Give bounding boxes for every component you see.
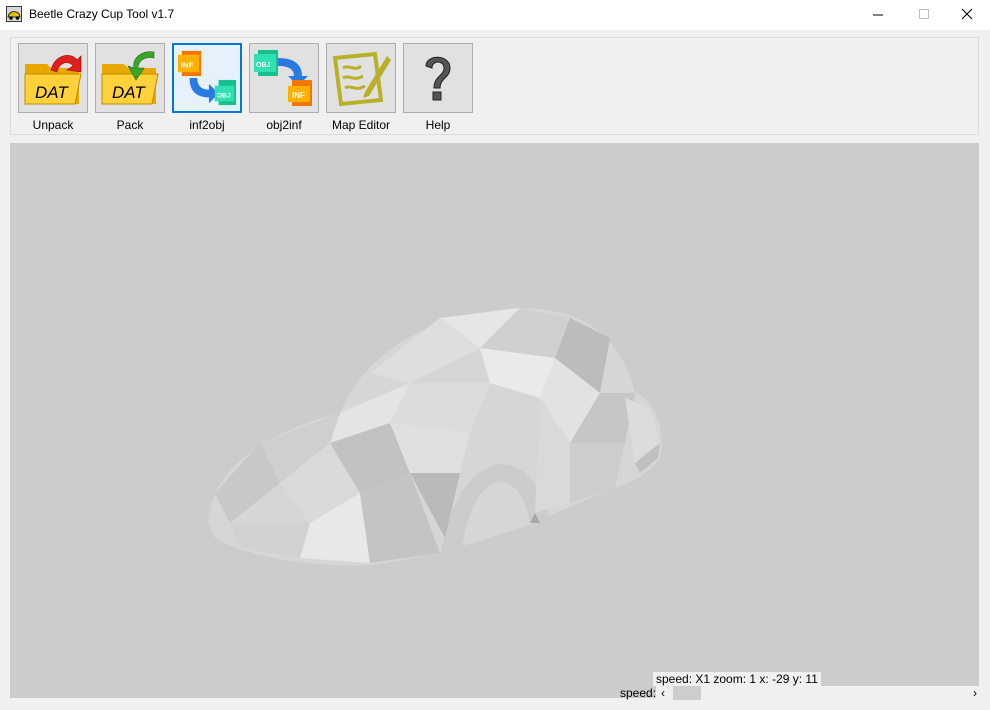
app-icon [6, 6, 22, 22]
maximize-icon [919, 9, 929, 19]
maximize-button[interactable] [901, 0, 947, 30]
svg-text:OBJ: OBJ [217, 92, 231, 99]
unpack-tile: DAT [18, 43, 88, 113]
svg-text:DAT: DAT [35, 83, 69, 102]
map-editor-button[interactable]: Map Editor [326, 43, 396, 133]
minimize-button[interactable] [855, 0, 901, 30]
close-button[interactable] [944, 0, 990, 30]
scroll-thumb[interactable] [673, 686, 701, 700]
svg-text:INF: INF [292, 91, 305, 100]
title-bar: Beetle Crazy Cup Tool v1.7 [0, 0, 990, 30]
minimize-icon [873, 14, 883, 16]
help-tile [403, 43, 473, 113]
beetle-model-render [208, 308, 662, 566]
obj2inf-tile: OBJ INF [249, 43, 319, 113]
inf2obj-icon: INF OBJ [177, 50, 237, 106]
dat-pack-icon: DAT [101, 51, 159, 105]
map-editor-icon [332, 51, 391, 107]
help-icon [425, 56, 451, 101]
dat-unpack-icon: DAT [24, 55, 82, 105]
pack-tile: DAT [95, 43, 165, 113]
inf2obj-button[interactable]: INF OBJ inf2obj [172, 43, 242, 133]
obj2inf-button[interactable]: OBJ INF obj2inf [249, 43, 319, 133]
inf2obj-tile: INF OBJ [172, 43, 242, 113]
map-editor-tile [326, 43, 396, 113]
scroll-left-icon[interactable]: ‹ [656, 686, 670, 700]
status-readout: speed: X1 zoom: 1 x: -29 y: 11 [653, 672, 821, 686]
pack-button[interactable]: DAT Pack [95, 43, 165, 133]
help-label: Help [425, 118, 451, 132]
obj2inf-icon: OBJ INF [254, 50, 312, 106]
speed-scrollbar[interactable]: ‹ › [656, 686, 982, 700]
speed-label: speed: [620, 686, 657, 700]
unpack-button[interactable]: DAT Unpack [18, 43, 88, 133]
close-icon [961, 8, 973, 20]
help-button[interactable]: Help [403, 43, 473, 133]
svg-text:INF: INF [181, 60, 194, 69]
svg-text:OBJ: OBJ [256, 62, 271, 69]
toolbar: DAT Unpack DAT Pack INF OBJ inf2obj OBJ … [10, 37, 979, 135]
scroll-right-icon[interactable]: › [968, 686, 982, 700]
model-viewport[interactable] [10, 143, 979, 698]
window-title: Beetle Crazy Cup Tool v1.7 [29, 7, 175, 21]
svg-text:DAT: DAT [112, 83, 146, 102]
